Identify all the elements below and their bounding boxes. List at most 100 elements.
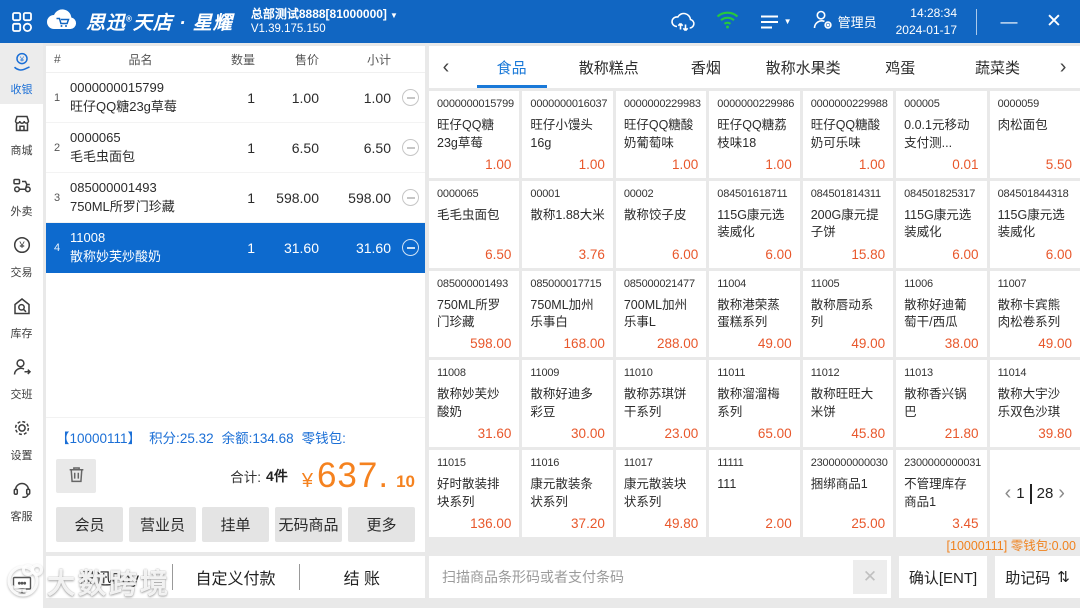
product-card[interactable]: 11011 散称溜溜梅系列 65.00 bbox=[709, 360, 800, 448]
category-tab[interactable]: 食品 bbox=[463, 46, 560, 88]
sidebar-item-takeout[interactable]: 外卖 bbox=[0, 165, 43, 226]
product-card[interactable]: 11005 散称唇动系列 49.00 bbox=[802, 270, 894, 358]
mnemonic-button[interactable]: 助记码 ⇅ bbox=[995, 556, 1080, 598]
sidebar-item-settings[interactable]: 设置 bbox=[0, 409, 43, 470]
product-name: 750ML所罗门珍藏 bbox=[437, 297, 501, 330]
clear-input-icon[interactable]: ✕ bbox=[853, 560, 887, 594]
sidebar-item-mall[interactable]: 商城 bbox=[0, 104, 43, 165]
action-button[interactable]: 营业员 bbox=[129, 507, 196, 542]
remove-item-icon[interactable] bbox=[402, 239, 419, 256]
product-card[interactable]: 11014 散称大宇沙乐双色沙琪 39.80 bbox=[989, 360, 1080, 448]
product-code: 11014 bbox=[997, 367, 1027, 380]
product-price: 49.80 bbox=[664, 516, 699, 531]
product-card[interactable]: 0000059 肉松面包 5.50 bbox=[989, 91, 1080, 178]
product-card[interactable]: 11008 散称妙芙炒酸奶 31.60 bbox=[429, 360, 520, 448]
product-card[interactable]: 085000021477 700ML加州乐事L 288.00 bbox=[615, 270, 707, 358]
action-button[interactable]: 无码商品 bbox=[275, 507, 342, 542]
sidebar-item-shift[interactable]: 交班 bbox=[0, 348, 43, 409]
task-list-icon[interactable]: ▼ bbox=[759, 13, 792, 31]
remove-item-icon[interactable] bbox=[402, 89, 419, 106]
customer-display-icon[interactable] bbox=[10, 574, 34, 601]
tabs-next-icon[interactable]: › bbox=[1046, 46, 1080, 88]
sidebar-item-trade[interactable]: ¥ 交易 bbox=[0, 226, 43, 287]
cart-actions: 会员 营业员 挂单 无码商品 更多 bbox=[56, 507, 415, 542]
product-price: 168.00 bbox=[563, 336, 605, 352]
page-prev-icon[interactable]: ‹ bbox=[1005, 482, 1012, 505]
product-card[interactable]: 11016 康元散装条状系列 37.20 bbox=[522, 450, 613, 537]
confirm-button[interactable]: 确认[ENT] bbox=[899, 556, 987, 598]
item-price: 6.50 bbox=[291, 139, 319, 156]
scan-input[interactable] bbox=[429, 556, 891, 598]
product-price: 65.00 bbox=[757, 426, 792, 442]
product-price: 1.00 bbox=[485, 156, 512, 172]
product-card[interactable]: 0000000229988 旺仔QQ糖酸奶可乐味 1.00 bbox=[802, 91, 894, 178]
page-divider bbox=[1029, 483, 1032, 504]
sidebar-item-support[interactable]: 客服 bbox=[0, 470, 43, 531]
wifi-icon bbox=[715, 9, 740, 35]
category-tab[interactable]: 蔬菜类 bbox=[949, 46, 1046, 88]
product-card[interactable]: 00001 散称1.88大米 3.76 bbox=[522, 180, 613, 268]
product-card[interactable]: 084501844318 115G康元选装威化 6.00 bbox=[989, 180, 1080, 268]
product-card[interactable]: 11009 散称好迪多彩豆 30.00 bbox=[522, 360, 613, 448]
product-name: 111 bbox=[717, 477, 737, 492]
total-count: 4件 bbox=[266, 468, 288, 484]
store-name: 总部测试8888[81000000] bbox=[250, 6, 387, 21]
product-card[interactable]: 084501814311 200G康元提子饼 15.80 bbox=[802, 180, 894, 268]
category-tab[interactable]: 散称水果类 bbox=[755, 46, 852, 88]
remove-item-icon[interactable] bbox=[402, 189, 419, 206]
category-tab[interactable]: 香烟 bbox=[657, 46, 754, 88]
page-next-icon[interactable]: › bbox=[1058, 482, 1065, 505]
cart-row[interactable]: 4 11008 散称妙芙炒酸奶 1 31.60 31.60 bbox=[46, 223, 425, 273]
sidebar-item-inventory[interactable]: 库存 bbox=[0, 287, 43, 348]
category-tab[interactable]: 鸡蛋 bbox=[852, 46, 949, 88]
product-card[interactable]: 11006 散称好迪葡萄干/西瓜 38.00 bbox=[896, 270, 987, 358]
payment-option[interactable]: 自定义付款 bbox=[172, 556, 298, 598]
product-card[interactable]: 00002 散称饺子皮 6.00 bbox=[615, 180, 707, 268]
product-card[interactable]: 11015 好时散装排块系列 136.00 bbox=[429, 450, 520, 537]
product-card[interactable]: 085000017715 750ML加州乐事白 168.00 bbox=[522, 270, 613, 358]
product-card[interactable]: 11012 散称旺旺大米饼 45.80 bbox=[802, 360, 894, 448]
admin-user[interactable]: 管理员 bbox=[811, 8, 877, 36]
item-price: 31.60 bbox=[283, 239, 319, 256]
cart-row[interactable]: 3 085000001493 750ML所罗门珍藏 1 598.00 598.0… bbox=[46, 173, 425, 223]
product-card[interactable]: 0000000016037 旺仔小馒头16g 1.00 bbox=[522, 91, 613, 178]
sidebar-item-cashier[interactable]: ¥ 收银 bbox=[0, 43, 43, 104]
action-button[interactable]: 会员 bbox=[56, 507, 123, 542]
product-card[interactable]: 084501825317 115G康元选装威化 6.00 bbox=[896, 180, 987, 268]
action-button[interactable]: 挂单 bbox=[202, 507, 269, 542]
product-card[interactable]: 11013 散称香兴锅巴 21.80 bbox=[896, 360, 987, 448]
clear-cart-button[interactable] bbox=[56, 459, 96, 493]
product-card[interactable]: 11017 康元散装块状系列 49.80 bbox=[615, 450, 707, 537]
amount-main: 637. bbox=[316, 456, 390, 495]
remove-item-icon[interactable] bbox=[402, 139, 419, 156]
cart-row[interactable]: 1 0000000015799 旺仔QQ糖23g草莓 1 1.00 1.00 bbox=[46, 73, 425, 123]
tabs-prev-icon[interactable]: ‹ bbox=[429, 46, 463, 88]
close-button[interactable]: ✕ bbox=[1041, 10, 1067, 33]
product-card[interactable]: 11010 散称苏琪饼干系列 23.00 bbox=[615, 360, 707, 448]
product-card[interactable]: 2300000000031 不管理库存商品1 3.45 bbox=[896, 450, 987, 537]
product-card[interactable]: 0000000229983 旺仔QQ糖酸奶葡萄味 1.00 bbox=[615, 91, 707, 178]
product-card[interactable]: 084501618711 115G康元选装威化 6.00 bbox=[709, 180, 800, 268]
product-name: 康元散装条状系列 bbox=[530, 477, 593, 509]
product-name: 散称溜溜梅系列 bbox=[717, 387, 780, 419]
product-card[interactable]: 0000000229986 旺仔QQ糖荔枝味18 1.00 bbox=[709, 91, 800, 178]
cloud-sync-icon[interactable] bbox=[669, 10, 696, 33]
product-card[interactable]: 11007 散称卡宾熊肉松卷系列 49.00 bbox=[989, 270, 1080, 358]
payment-option[interactable]: 结 账 bbox=[298, 556, 425, 598]
store-selector[interactable]: 总部测试8888[81000000] ▼ V1.39.175.150 bbox=[251, 7, 398, 36]
apps-grid-icon[interactable] bbox=[11, 11, 33, 33]
mall-icon bbox=[11, 112, 33, 139]
category-tab[interactable]: 散称糕点 bbox=[560, 46, 657, 88]
product-card[interactable]: 0000000015799 旺仔QQ糖23g草莓 1.00 bbox=[429, 91, 520, 178]
payment-option[interactable]: 思迅Pay bbox=[46, 556, 172, 598]
product-card[interactable]: 2300000000030 捆绑商品1 25.00 bbox=[802, 450, 894, 537]
cart-row[interactable]: 2 0000065 毛毛虫面包 1 6.50 6.50 bbox=[46, 123, 425, 173]
product-card[interactable]: 085000001493 750ML所罗门珍藏 598.00 bbox=[429, 270, 520, 358]
col-qty: 数量 bbox=[230, 52, 255, 67]
product-card[interactable]: 11111 111 2.00 bbox=[709, 450, 800, 537]
action-button[interactable]: 更多 bbox=[348, 507, 415, 542]
minimize-button[interactable]: — bbox=[996, 12, 1022, 32]
product-card[interactable]: 11004 散称港荣蒸蛋糕系列 49.00 bbox=[709, 270, 800, 358]
product-card[interactable]: 000005 0.0.1元移动支付测... 0.01 bbox=[896, 91, 987, 178]
product-card[interactable]: 0000065 毛毛虫面包 6.50 bbox=[429, 180, 520, 268]
